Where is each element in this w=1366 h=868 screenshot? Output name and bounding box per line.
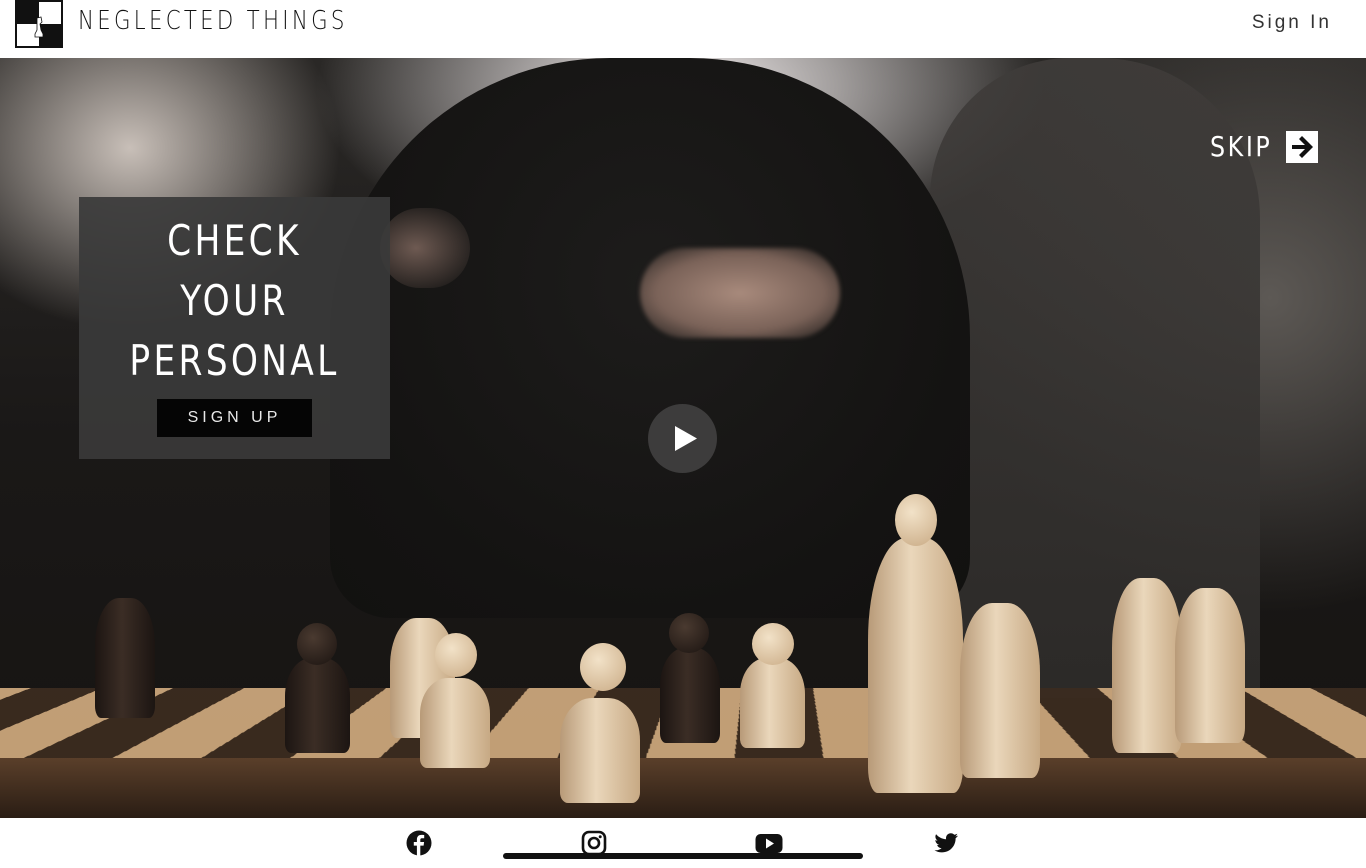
white-rook [960, 603, 1040, 778]
site-footer [0, 818, 1366, 868]
arrow-right-icon [1286, 131, 1318, 163]
twitter-icon[interactable] [933, 830, 959, 856]
white-king [868, 538, 963, 793]
site-header: NEGLECTED THINGS Sign In [0, 0, 1366, 58]
home-indicator [503, 853, 863, 859]
cta-title-line: PERSONAL [129, 336, 340, 385]
black-rook [95, 598, 155, 718]
background-hand-left [380, 208, 470, 288]
white-pawn [420, 678, 490, 768]
brand-name[interactable]: NEGLECTED THINGS [78, 6, 348, 36]
chess-knight-logo-icon[interactable] [15, 0, 63, 48]
white-pawn-head [435, 633, 477, 677]
cta-title-line: CHECK YOUR [167, 216, 302, 325]
play-icon [675, 426, 697, 451]
white-pawn-head-3 [752, 623, 794, 665]
white-pawn-3 [740, 658, 805, 748]
facebook-icon[interactable] [406, 830, 432, 856]
background-hand-right [640, 248, 840, 338]
white-knight-2 [1175, 588, 1245, 743]
sign-up-button[interactable]: SIGN UP [157, 399, 312, 437]
chess-board-edge [0, 758, 1366, 818]
background-person [330, 58, 970, 618]
black-pawn-2 [660, 648, 720, 743]
skip-label: SKIP [1210, 130, 1273, 163]
white-bishop [1112, 578, 1182, 753]
black-pawn [285, 658, 350, 753]
white-king-cross [895, 494, 937, 546]
sign-in-link[interactable]: Sign In [1252, 12, 1332, 34]
white-pawn-2 [560, 698, 640, 803]
play-button[interactable] [648, 404, 717, 473]
black-pawn-head [297, 623, 337, 665]
black-pawn-head-2 [669, 613, 709, 653]
white-pawn-head-2 [580, 643, 626, 691]
